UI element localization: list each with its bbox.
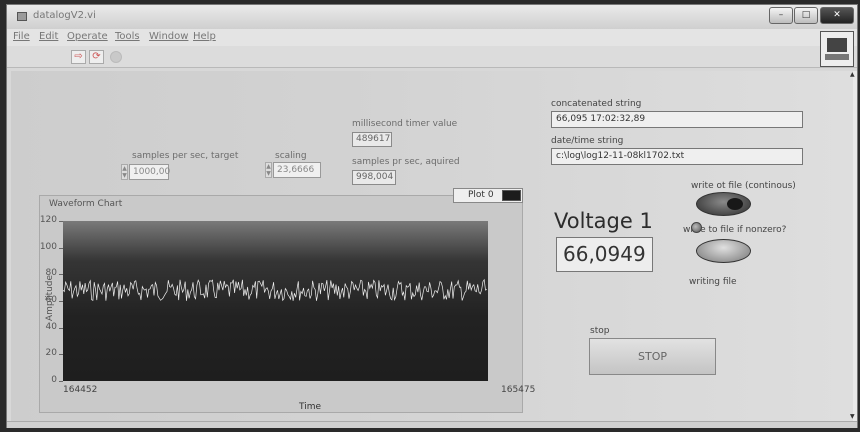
vi-window-icon	[17, 12, 27, 21]
status-bar	[7, 421, 857, 428]
minimize-button[interactable]: –	[769, 7, 793, 24]
plot-0-line	[63, 278, 487, 302]
y-tick-mark	[59, 327, 63, 329]
write-nonzero-toggle[interactable]	[696, 239, 751, 263]
scaling-spinner[interactable]: ▲ ▼	[265, 162, 272, 178]
y-tick-mark	[59, 381, 63, 382]
chart-title: Waveform Chart	[49, 199, 123, 209]
date-time-string-indicator: c:\log\log12-11-08kl1702.txt	[551, 148, 803, 165]
title-bar: datalogV2.vi – □ ✕	[7, 5, 857, 29]
window-title: datalogV2.vi	[33, 10, 96, 21]
y-tick-mark	[59, 274, 63, 276]
y-tick-label: 80	[45, 268, 57, 279]
run-icon[interactable]: ⇨	[71, 50, 86, 64]
legend-label: Plot 0	[468, 190, 494, 200]
write-continuous-toggle[interactable]	[696, 192, 751, 216]
y-tick-mark	[59, 354, 63, 356]
menu-window[interactable]: Window	[149, 31, 188, 42]
plot-legend[interactable]: Plot 0	[453, 188, 523, 203]
samples-aquired-label: samples pr sec, aquired	[352, 157, 460, 167]
keyboard-icon	[825, 54, 849, 60]
menu-operate[interactable]: Operate	[67, 31, 108, 42]
samples-per-sec-target-input[interactable]: 1000,00	[129, 164, 170, 180]
menu-edit[interactable]: Edit	[39, 31, 58, 42]
samples-per-sec-target-label: samples per sec, target	[132, 151, 239, 161]
run-continuously-icon[interactable]: ⟳	[89, 50, 104, 64]
scaling-label: scaling	[275, 151, 307, 161]
toggle-knob	[727, 198, 743, 210]
menu-help[interactable]: Help	[193, 31, 216, 42]
y-tick-label: 100	[39, 241, 57, 252]
date-time-string-label: date/time string	[551, 136, 624, 146]
y-tick-label: 60	[45, 295, 57, 305]
scaling-input[interactable]: 23,6666	[273, 162, 321, 178]
x-tick-max: 165475	[501, 385, 536, 395]
stop-button[interactable]: STOP	[589, 338, 716, 375]
samples-aquired-indicator: 998,004	[352, 170, 396, 185]
labview-window: datalogV2.vi – □ ✕ File Edit Operate Too…	[6, 4, 858, 428]
menu-file[interactable]: File	[13, 31, 30, 42]
abort-icon[interactable]	[110, 51, 122, 63]
plot-area	[63, 221, 488, 381]
computer-icon	[827, 38, 847, 52]
voltage-indicator: 66,0949	[556, 237, 653, 272]
y-tick-mark	[59, 247, 63, 249]
y-tick-mark	[59, 301, 63, 302]
close-button[interactable]: ✕	[820, 7, 854, 24]
y-tick-label: 20	[45, 348, 57, 359]
menu-bar: File Edit Operate Tools Window Help	[7, 29, 857, 46]
toolbar: ⇨ ⟳	[7, 46, 857, 68]
y-tick-label: 40	[45, 321, 57, 332]
x-tick-min: 164452	[63, 385, 98, 395]
menu-tools[interactable]: Tools	[115, 31, 140, 42]
concatenated-string-label: concatenated string	[551, 99, 642, 109]
scroll-up-icon[interactable]: ▲	[850, 71, 855, 78]
y-tick-label: 0	[51, 375, 57, 385]
vertical-scrollbar[interactable]	[853, 71, 857, 421]
millisecond-timer-label: millisecond timer value	[352, 119, 458, 129]
maximize-button[interactable]: □	[794, 7, 818, 24]
y-tick-mark	[59, 221, 63, 222]
legend-swatch-icon	[502, 190, 521, 201]
plot-svg	[63, 278, 487, 302]
stop-label: stop	[590, 326, 610, 336]
write-continuous-label: write ot file (continous)	[691, 181, 796, 191]
vi-connector-icon	[820, 31, 854, 67]
millisecond-timer-indicator: 489617	[352, 132, 392, 147]
writing-file-label: writing file	[689, 277, 737, 287]
x-axis-label: Time	[299, 402, 322, 412]
writing-file-led	[691, 222, 702, 233]
scroll-down-icon[interactable]: ▼	[850, 413, 855, 420]
samples-per-sec-spinner[interactable]: ▲ ▼	[121, 164, 128, 180]
voltage-label: Voltage 1	[554, 209, 653, 233]
y-tick-label: 120	[39, 215, 57, 225]
front-panel: millisecond timer value 489617 samples p…	[11, 71, 853, 421]
concatenated-string-indicator: 66,095 17:02:32,89	[551, 111, 803, 128]
